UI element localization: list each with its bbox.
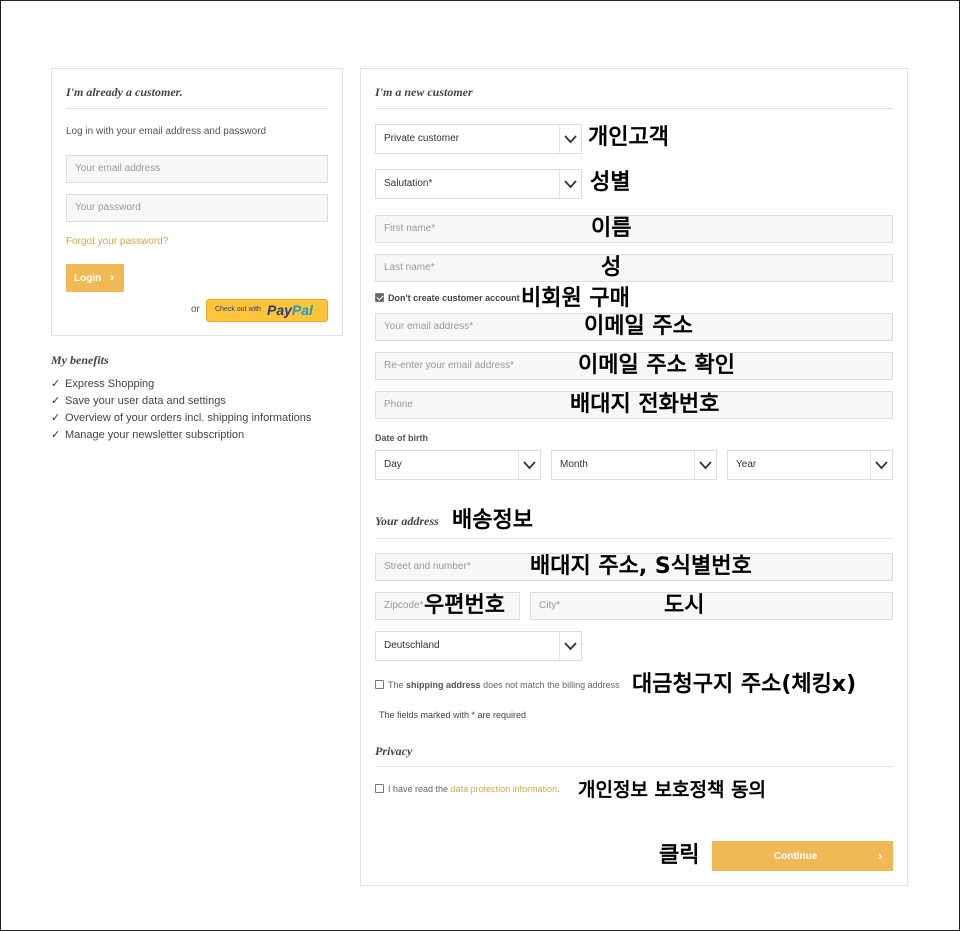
- chevron-right-icon: ›: [110, 270, 114, 284]
- benefit-label: Save your user data and settings: [65, 395, 226, 407]
- no-account-label: Don't create customer account: [388, 293, 520, 303]
- login-divider: [66, 108, 328, 109]
- first-name-input[interactable]: First name*: [375, 215, 893, 243]
- paypal-logo-pal: Pal: [291, 302, 313, 318]
- continue-button[interactable]: Continue ›: [712, 841, 893, 871]
- checkmark-icon: ✓: [51, 412, 61, 424]
- privacy-checkbox[interactable]: [375, 784, 384, 793]
- dob-month-select[interactable]: Month: [551, 450, 717, 480]
- dob-day-select[interactable]: Day: [375, 450, 541, 480]
- annotation-privacy: 개인정보 보호정책 동의: [578, 779, 767, 801]
- login-password-input[interactable]: Your password: [66, 194, 328, 222]
- last-name-input[interactable]: Last name*: [375, 254, 893, 282]
- shipping-bold: shipping address: [406, 680, 481, 690]
- dob-label: Date of birth: [375, 433, 428, 443]
- privacy-divider: [375, 766, 893, 767]
- chevron-down-icon: [694, 451, 716, 479]
- paypal-logo: PayPal: [267, 302, 313, 318]
- annotation-salutation: 성별: [590, 170, 631, 195]
- login-email-input[interactable]: Your email address: [66, 155, 328, 183]
- annotation-first-name: 이름: [591, 216, 632, 241]
- annotation-street: 배대지 주소, S식별번호: [530, 554, 752, 579]
- benefit-label: Overview of your orders incl. shipping i…: [65, 412, 312, 424]
- register-divider: [375, 108, 893, 109]
- annotation-billing: 대금청구지 주소(체킹x): [632, 672, 857, 697]
- annotation-no-account: 비회원 구매: [521, 286, 630, 311]
- benefits-list: ✓ Express Shopping ✓ Save your user data a…: [51, 376, 311, 444]
- annotation-email-repeat: 이메일 주소 확인: [578, 353, 735, 378]
- login-button-label: Login: [74, 273, 102, 284]
- privacy-prefix: I have read the: [388, 784, 449, 794]
- country-value: Deutschland: [384, 640, 440, 651]
- chevron-down-icon: [559, 632, 581, 660]
- dob-year-select[interactable]: Year: [727, 450, 893, 480]
- customer-type-value: Private customer: [384, 133, 460, 144]
- checkmark-icon: ✓: [51, 378, 61, 390]
- login-button[interactable]: Login ›: [66, 264, 124, 292]
- customer-type-select[interactable]: Private customer: [375, 124, 582, 154]
- no-account-checkbox-row[interactable]: Don't create customer account: [375, 293, 520, 303]
- annotation-phone: 배대지 전화번호: [570, 392, 720, 417]
- continue-button-label: Continue: [774, 851, 818, 862]
- benefit-item: ✓ Overview of your orders incl. shipping …: [51, 410, 311, 427]
- annotation-city: 도시: [664, 593, 705, 618]
- benefit-item: ✓ Express Shopping: [51, 376, 311, 393]
- login-title: I'm already a customer.: [66, 85, 183, 99]
- benefit-label: Express Shopping: [65, 378, 155, 390]
- privacy-link[interactable]: data protection information: [451, 784, 558, 794]
- paypal-logo-pay: Pay: [267, 302, 292, 318]
- salutation-select[interactable]: Salutation*: [375, 169, 582, 199]
- or-label: or: [191, 304, 200, 315]
- shipping-suffix: does not match the billing address: [483, 680, 620, 690]
- salutation-value: Salutation*: [384, 178, 433, 189]
- shipping-different-checkbox[interactable]: [375, 680, 384, 689]
- privacy-title: Privacy: [375, 744, 413, 758]
- address-title: Your address: [375, 514, 439, 528]
- benefit-label: Manage your newsletter subscription: [65, 429, 245, 441]
- required-note: The fields marked with * are required: [379, 710, 527, 720]
- dob-day-value: Day: [384, 459, 402, 470]
- dob-year-value: Year: [736, 459, 757, 470]
- chevron-down-icon: [870, 451, 892, 479]
- privacy-suffix: .: [557, 784, 560, 794]
- chevron-right-icon: ›: [878, 848, 883, 863]
- forgot-password-link[interactable]: Forgot your password?: [66, 236, 168, 247]
- chevron-down-icon: [518, 451, 540, 479]
- checkmark-icon: ✓: [51, 429, 61, 441]
- annotation-click: 클릭: [659, 843, 700, 868]
- country-select[interactable]: Deutschland: [375, 631, 582, 661]
- shipping-different-checkbox-row[interactable]: The shipping address does not match the …: [375, 680, 620, 690]
- paypal-prefix: Check out with: [215, 306, 261, 313]
- benefits-title: My benefits: [51, 353, 109, 367]
- no-account-checkbox[interactable]: [375, 293, 384, 302]
- checkmark-icon: ✓: [51, 395, 61, 407]
- annotation-last-name: 성: [601, 255, 622, 280]
- privacy-checkbox-row[interactable]: I have read the data protection informat…: [375, 784, 560, 794]
- dob-month-value: Month: [560, 459, 588, 470]
- city-input[interactable]: City*: [530, 592, 893, 620]
- paypal-checkout-button[interactable]: Check out with PayPal: [206, 299, 328, 322]
- register-title: I'm a new customer: [375, 85, 473, 99]
- chevron-down-icon: [559, 125, 581, 153]
- shipping-prefix: The: [388, 680, 404, 690]
- annotation-customer-type: 개인고객: [588, 125, 669, 150]
- annotation-zip: 우편번호: [424, 593, 505, 618]
- benefit-item: ✓ Save your user data and settings: [51, 393, 311, 410]
- annotation-address: 배송정보: [452, 508, 533, 533]
- benefit-item: ✓ Manage your newsletter subscription: [51, 427, 311, 444]
- address-divider: [375, 538, 893, 539]
- chevron-down-icon: [559, 170, 581, 198]
- annotation-email: 이메일 주소: [584, 314, 693, 339]
- login-description: Log in with your email address and passw…: [66, 126, 267, 137]
